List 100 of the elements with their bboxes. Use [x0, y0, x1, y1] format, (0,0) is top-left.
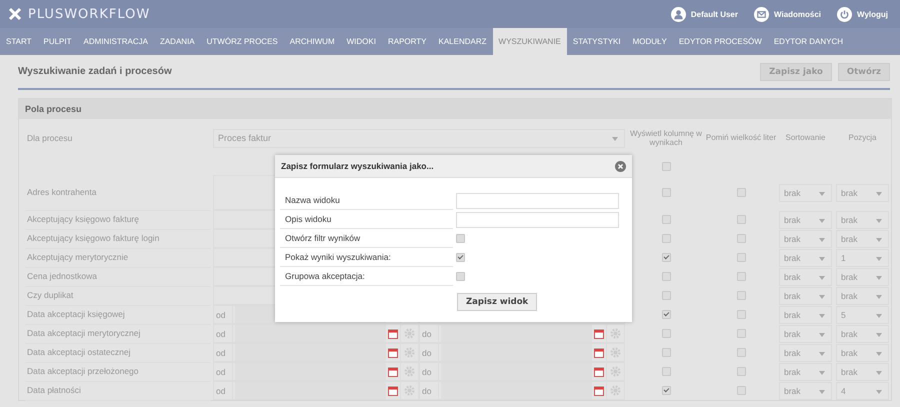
position-select[interactable]: brak [836, 268, 889, 286]
checkbox[interactable] [456, 253, 465, 262]
checkbox[interactable] [736, 329, 746, 338]
field-label: Nazwa widoku [280, 191, 453, 210]
caret-icon [819, 218, 825, 222]
field-label: Data płatności [25, 380, 211, 400]
sort-select[interactable]: brak [779, 230, 832, 248]
position-select[interactable]: 5 [836, 306, 889, 324]
position-select[interactable]: brak [836, 324, 889, 342]
nav-tab[interactable]: ADMINISTRACJA [78, 28, 154, 55]
checkbox[interactable] [736, 272, 746, 281]
checkbox[interactable] [662, 253, 670, 262]
position-select[interactable]: brak [836, 362, 889, 380]
save-view-button[interactable]: Zapisz widok [457, 293, 538, 311]
nav-tab[interactable]: KALENDARZ [432, 28, 493, 55]
field-label: Pokaż wyniki wyszukiwania: [280, 248, 453, 267]
checkbox[interactable] [736, 348, 746, 357]
logo-text: PLUSWORKFLOW [28, 6, 150, 22]
envelope-icon [754, 6, 769, 22]
sort-select[interactable]: brak [779, 286, 832, 304]
field-label: Data akceptacji księgowej [25, 304, 211, 324]
process-select[interactable]: Proces faktur [213, 128, 625, 148]
field-label: Cena jednostkowa [25, 266, 211, 286]
checkbox[interactable] [662, 234, 670, 243]
toolbar-button[interactable]: Zapisz jako [760, 62, 832, 80]
checkbox[interactable] [736, 367, 746, 376]
caret-icon [819, 276, 825, 280]
nav-tab[interactable]: EDYTOR DANYCH [768, 28, 850, 55]
checkbox[interactable] [456, 272, 465, 281]
sort-select[interactable]: brak [779, 324, 832, 342]
sort-select[interactable]: brak [779, 306, 832, 324]
checkbox[interactable] [736, 291, 746, 300]
checkbox[interactable] [662, 310, 670, 319]
checkbox[interactable] [662, 329, 670, 338]
toolbar-button[interactable]: Otwórz [838, 62, 890, 80]
caret-icon [612, 136, 618, 140]
header-link[interactable]: Wyloguj [837, 6, 888, 22]
checkbox[interactable] [662, 215, 670, 224]
logo-icon [8, 7, 22, 21]
nav-tab[interactable]: UTWÓRZ PROCES [200, 28, 284, 55]
checkbox[interactable] [736, 310, 746, 319]
caret-icon [876, 238, 882, 242]
sort-select[interactable]: brak [779, 184, 832, 202]
field-label: Data akceptacji merytorycznej [25, 324, 211, 344]
nav-tab[interactable]: START [0, 28, 38, 55]
checkbox[interactable] [456, 234, 465, 243]
checkbox[interactable] [662, 348, 670, 357]
checkbox[interactable] [662, 291, 670, 300]
nav-tab[interactable]: STATYSTYKI [566, 28, 627, 55]
sort-select[interactable]: brak [779, 268, 832, 286]
checkbox[interactable] [662, 386, 670, 395]
sort-select[interactable]: brak [779, 248, 832, 266]
sort-select[interactable]: brak [779, 362, 832, 380]
checkbox[interactable] [662, 272, 670, 281]
user-icon [670, 6, 686, 22]
nav-tab[interactable]: ZADANIA [154, 28, 201, 55]
close-icon[interactable] [615, 160, 626, 172]
caret-icon [876, 256, 882, 260]
caret-icon [876, 370, 882, 374]
position-select[interactable]: brak [836, 230, 889, 248]
caret-icon [819, 390, 825, 394]
dialog-title: Zapisz formularz wyszukiwania jako... [281, 161, 434, 171]
checkbox[interactable] [662, 162, 670, 170]
sort-select[interactable]: brak [779, 382, 832, 400]
sort-select[interactable]: brak [779, 344, 832, 362]
input-field[interactable] [456, 192, 619, 208]
caret-icon [819, 238, 825, 242]
nav-tab[interactable]: PULPIT [37, 28, 78, 55]
caret-icon [876, 332, 882, 336]
checkbox[interactable] [736, 253, 746, 262]
field-label: Dla procesu [26, 132, 74, 145]
input-field[interactable] [456, 212, 619, 228]
field-label: Data akceptacji ostatecznej [25, 342, 211, 362]
position-select[interactable]: 1 [836, 248, 889, 266]
nav-tab[interactable]: MODUŁY [626, 28, 673, 55]
caret-icon [876, 192, 882, 196]
nav-tab[interactable]: WIDOKI [340, 28, 382, 55]
caret-icon [819, 314, 825, 318]
position-select[interactable]: brak [836, 344, 889, 362]
caret-icon [876, 314, 882, 318]
checkbox[interactable] [662, 367, 670, 376]
position-select[interactable]: brak [836, 286, 889, 304]
header-link[interactable]: Wiadomości [754, 6, 822, 22]
checkbox[interactable] [736, 188, 746, 197]
nav-tab[interactable]: ARCHIWUM [284, 28, 341, 55]
field-label: Akceptujący merytorycznie [25, 248, 211, 268]
nav-tab[interactable]: WYSZUKIWANIE [492, 28, 567, 55]
checkbox[interactable] [736, 386, 746, 395]
checkbox[interactable] [736, 234, 746, 243]
header-link[interactable]: Default User [670, 6, 738, 22]
sort-select[interactable]: brak [779, 210, 832, 228]
position-select[interactable]: 4 [836, 382, 889, 400]
nav-tab[interactable]: EDYTOR PROCESÓW [672, 28, 768, 55]
panel-title: Pola procesu [25, 104, 82, 114]
position-select[interactable]: brak [836, 184, 889, 202]
nav-tab[interactable]: RAPORTY [382, 28, 432, 55]
checkbox[interactable] [662, 188, 670, 197]
checkbox[interactable] [736, 215, 746, 224]
position-select[interactable]: brak [836, 210, 889, 228]
caret-icon [819, 370, 825, 374]
